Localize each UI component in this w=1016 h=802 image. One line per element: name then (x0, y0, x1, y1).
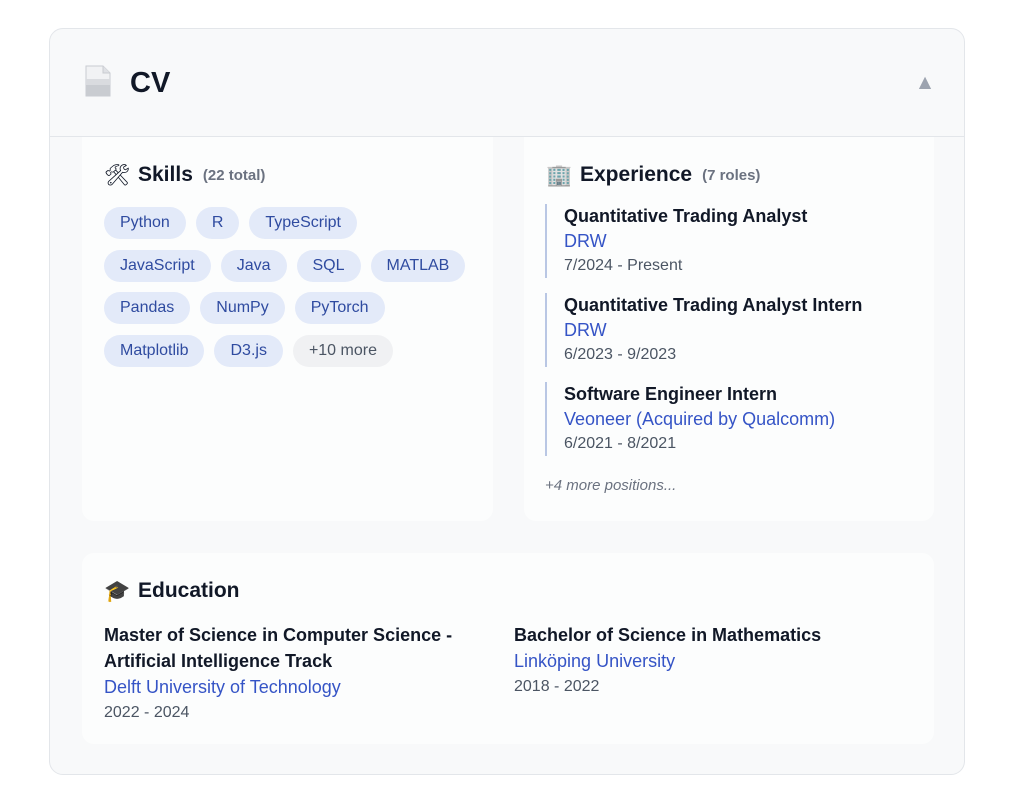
graduation-cap-icon: 🎓 (104, 579, 131, 603)
experience-count: (7 roles) (702, 166, 761, 184)
skill-tag: R (195, 207, 240, 239)
education-degree: Bachelor of Science in Mathematics (514, 625, 822, 645)
building-icon: 🏢 (546, 163, 573, 187)
collapse-button[interactable]: ▲ (914, 69, 936, 95)
education-title: Education (138, 579, 240, 602)
more-skills-tag[interactable]: +10 more (292, 334, 393, 367)
skill-tag-row: JavaScript Java SQL MATLAB (104, 249, 484, 282)
skill-tag-row: Python R TypeScript (104, 207, 484, 239)
experience-panel: 🏢 Experience (7 roles) Quantitative Trad… (524, 137, 934, 521)
skill-tag: MATLAB (370, 249, 466, 282)
skill-tag: SQL (296, 249, 361, 282)
experience-item: Quantitative Trading Analyst DRW 7/2024 … (545, 204, 925, 278)
experience-role: Quantitative Trading Analyst (564, 206, 808, 226)
education-dates: 2018 - 2022 (514, 678, 600, 695)
experience-item: Software Engineer Intern Veoneer (Acquir… (545, 382, 925, 456)
education-dates: 2022 - 2024 (104, 704, 190, 721)
skill-tag: Pandas (104, 292, 191, 324)
skill-tag: Matplotlib (104, 334, 205, 367)
experience-dates: 7/2024 - Present (564, 257, 683, 274)
skills-heading: 🛠 Skills (22 total) (104, 161, 265, 189)
experience-item: Quantitative Trading Analyst Intern DRW … (545, 293, 925, 367)
experience-company[interactable]: DRW (564, 317, 925, 343)
skill-tag: TypeScript (249, 207, 357, 239)
experience-role: Software Engineer Intern (564, 384, 778, 404)
skill-tag: Java (220, 249, 287, 282)
skill-tag: NumPy (200, 292, 285, 324)
experience-title: Experience (580, 163, 693, 186)
skill-tag-row: Matplotlib D3.js +10 more (104, 334, 484, 367)
education-school[interactable]: Delft University of Technology (104, 674, 514, 701)
more-positions-text: +4 more positions... (545, 477, 677, 494)
education-item: Bachelor of Science in Mathematics Linkö… (514, 622, 924, 725)
education-heading: 🎓 Education (104, 577, 240, 605)
skill-tag: PyTorch (294, 292, 385, 324)
experience-company[interactable]: Veoneer (Acquired by Qualcomm) (564, 406, 925, 432)
cv-card: CV ▲ 🛠 Skills (22 total) Python R TypeSc… (49, 28, 965, 775)
education-list: Master of Science in Computer Science - … (104, 622, 924, 725)
experience-heading: 🏢 Experience (7 roles) (546, 161, 760, 189)
skills-title: Skills (138, 163, 193, 186)
skill-tag: JavaScript (104, 249, 211, 282)
page-title: CV (130, 67, 171, 99)
skill-tag: D3.js (214, 334, 283, 367)
skill-tag-list: Python R TypeScript JavaScript Java SQL … (104, 207, 484, 377)
tools-icon: 🛠 (104, 163, 131, 187)
experience-list: Quantitative Trading Analyst DRW 7/2024 … (545, 204, 925, 473)
education-school[interactable]: Linköping University (514, 648, 924, 675)
education-panel: 🎓 Education Master of Science in Compute… (82, 553, 934, 744)
education-item: Master of Science in Computer Science - … (104, 622, 514, 725)
skills-panel: 🛠 Skills (22 total) Python R TypeScript … (82, 137, 493, 521)
document-icon (85, 65, 111, 97)
experience-dates: 6/2021 - 8/2021 (564, 435, 677, 452)
skill-tag-row: Pandas NumPy PyTorch (104, 292, 484, 324)
experience-company[interactable]: DRW (564, 228, 925, 254)
experience-dates: 6/2023 - 9/2023 (564, 346, 677, 363)
cv-header[interactable]: CV ▲ (50, 29, 964, 137)
skills-count: (22 total) (202, 166, 266, 184)
skill-tag: Python (104, 207, 186, 239)
education-degree: Master of Science in Computer Science - … (104, 625, 453, 671)
experience-role: Quantitative Trading Analyst Intern (564, 295, 863, 315)
